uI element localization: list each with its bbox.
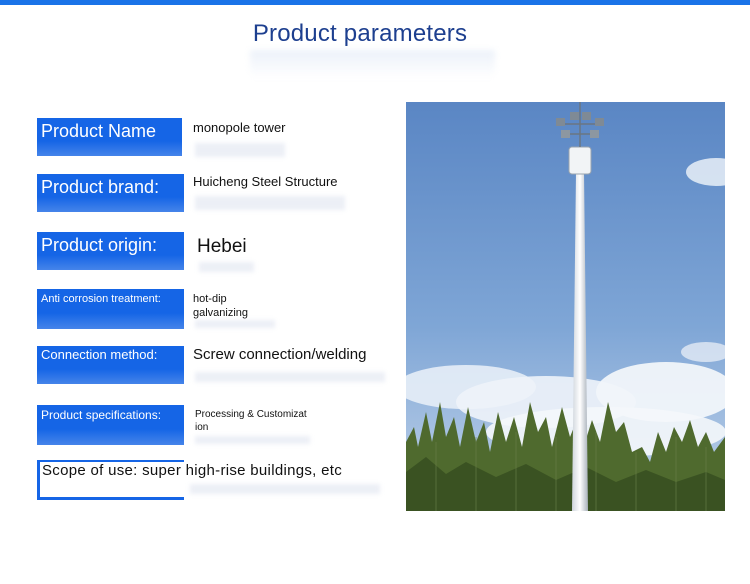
value-anti-corrosion: hot-dip galvanizing (193, 292, 248, 320)
label-connection-method: Connection method: (37, 346, 184, 384)
value-reflection (195, 372, 385, 382)
value-reflection (195, 143, 285, 157)
monopole-tower-photo (406, 102, 725, 511)
scope-reflection (190, 484, 380, 494)
value-specifications-line2: ion (195, 422, 209, 433)
value-reflection (195, 320, 275, 328)
label-product-brand: Product brand: (37, 174, 184, 212)
value-product-brand: Huicheng Steel Structure (193, 174, 338, 189)
value-reflection (195, 436, 310, 444)
value-reflection (195, 196, 345, 210)
value-anti-corrosion-line1: hot-dip (193, 293, 227, 305)
value-reflection (199, 262, 254, 272)
value-product-specifications: Processing & Customizat ion (195, 408, 307, 434)
title-reflection (250, 50, 495, 78)
value-anti-corrosion-line2: galvanizing (193, 307, 249, 319)
scope-of-use: Scope of use: super high-rise buildings,… (42, 462, 343, 479)
page-title: Product parameters (252, 20, 468, 47)
value-specifications-line1: Processing & Customizat (195, 409, 307, 420)
label-product-specifications: Product specifications: (37, 405, 184, 445)
label-product-origin: Product origin: (37, 232, 184, 270)
top-accent-bar (0, 0, 750, 5)
label-anti-corrosion: Anti corrosion treatment: (37, 289, 184, 329)
label-product-name: Product Name (37, 118, 182, 156)
value-connection-method: Screw connection/welding (193, 346, 367, 363)
value-product-origin: Hebei (197, 236, 247, 257)
value-product-name: monopole tower (193, 120, 286, 135)
